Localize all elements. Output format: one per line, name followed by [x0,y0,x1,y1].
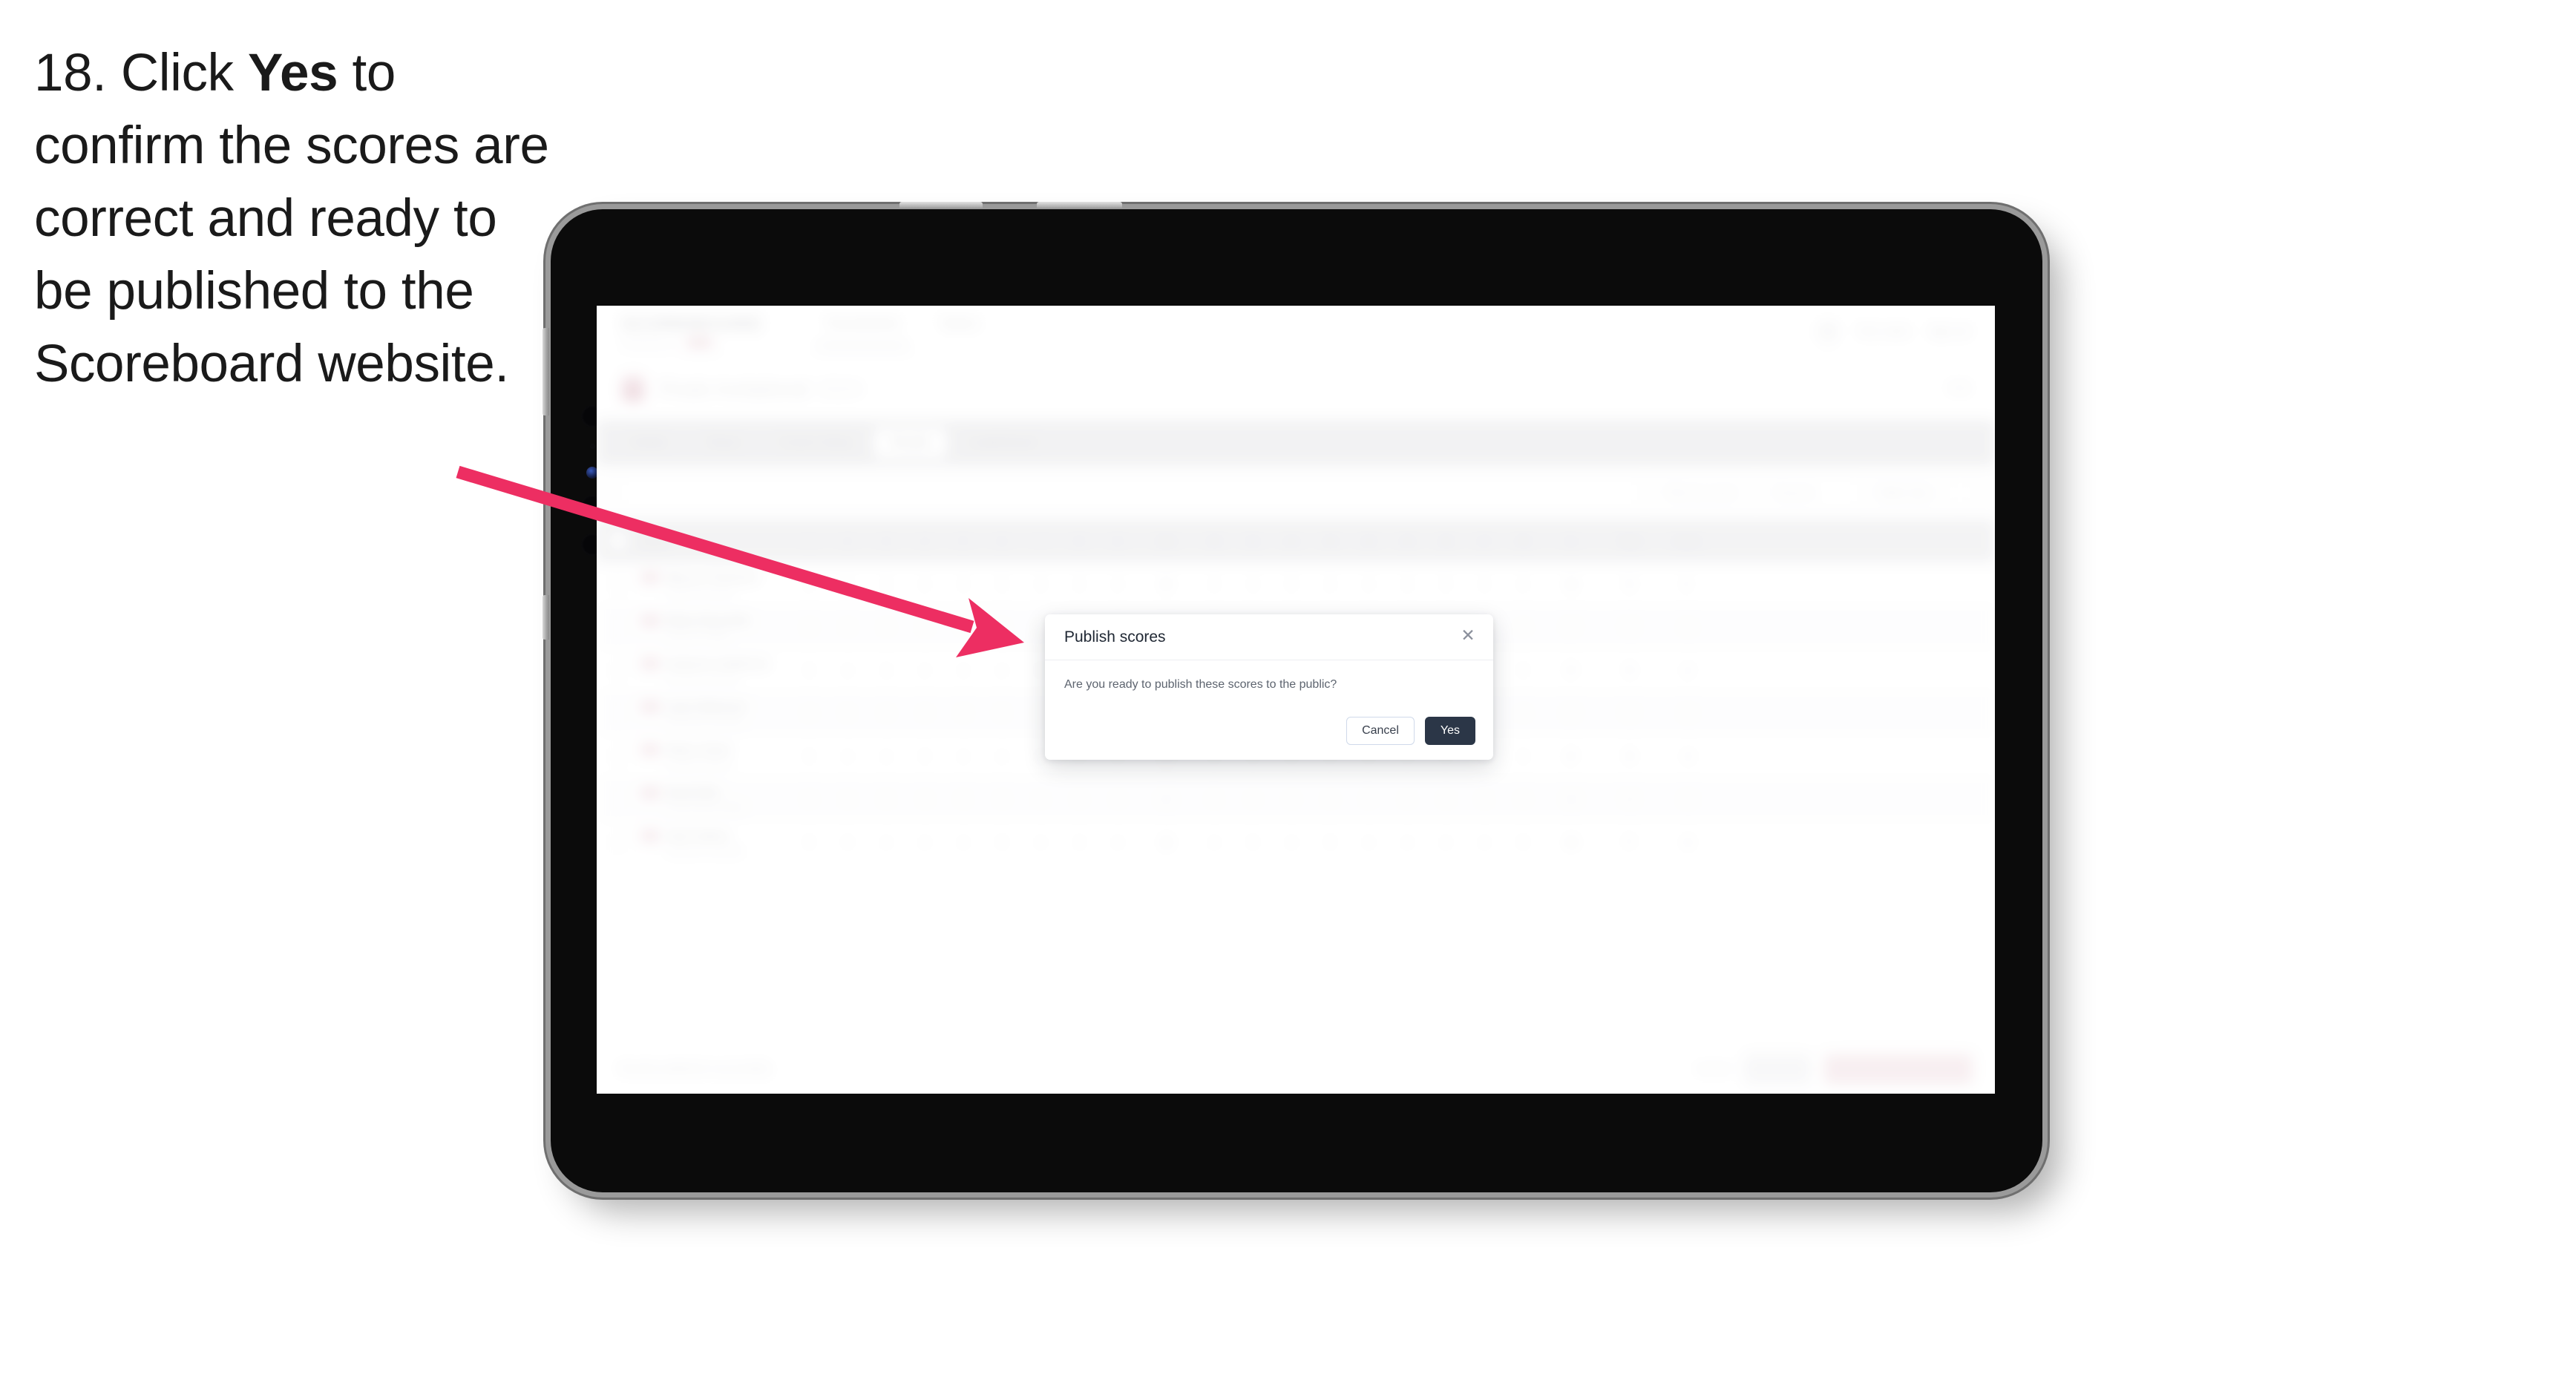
tablet-volume-button [543,328,549,416]
microphone-icon [589,444,595,449]
tablet-power-button [543,595,549,640]
instruction-text: 18. Click Yes to confirm the scores are … [34,37,561,401]
instruction-bold-word: Yes [247,44,338,102]
dialog-actions: Cancel Yes [1346,717,1475,745]
tablet-top-button-2 [1037,202,1122,208]
dialog-message: Are you ready to publish these scores to… [1064,678,1337,691]
dialog-title: Publish scores [1064,628,1166,646]
yes-button[interactable]: Yes [1424,717,1475,745]
dialog-body: Are you ready to publish these scores to… [1045,660,1493,692]
tablet-screen: SCOREBOARD POWERED BY BETA Tournaments T… [597,306,1995,1094]
publish-scores-dialog: Publish scores ✕ Are you ready to publis… [1045,614,1493,760]
cancel-button[interactable]: Cancel [1346,717,1415,745]
instruction-number: 18. [34,44,107,102]
tablet-top-button-1 [899,202,983,208]
close-icon[interactable]: ✕ [1458,625,1478,646]
dialog-header: Publish scores ✕ [1045,614,1493,660]
tablet-device: SCOREBOARD POWERED BY BETA Tournaments T… [543,202,2042,1192]
instruction-before-bold: Click [120,44,248,102]
